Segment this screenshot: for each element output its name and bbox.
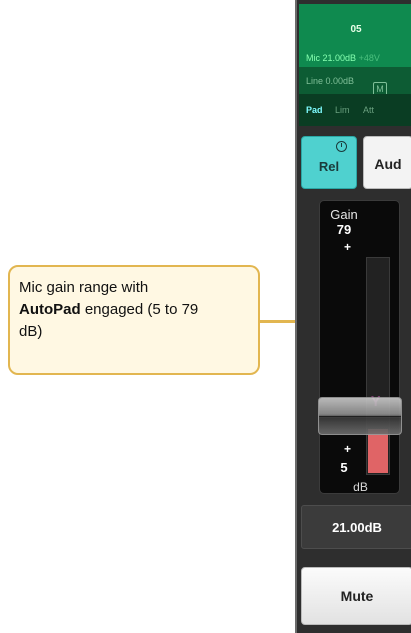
gain-min-label: 5	[340, 460, 348, 475]
gain-max-label: 79	[336, 222, 352, 237]
att-indicator[interactable]: Att	[363, 105, 374, 115]
plus-tick-top: +	[344, 240, 352, 254]
gain-meter-fill	[368, 429, 388, 473]
gain-fader: Gain 79 + Y + 5 dB	[318, 200, 402, 494]
aud-button[interactable]: Aud	[363, 136, 411, 189]
phantom-power-label: +48V	[358, 53, 380, 63]
mic-gain-value: 21.00dB	[322, 53, 357, 63]
lim-indicator[interactable]: Lim	[335, 105, 350, 115]
callout-text-rest: engaged (5 to 79	[80, 301, 199, 318]
mute-button[interactable]: Mute	[301, 567, 411, 625]
fader-thumb[interactable]	[318, 397, 402, 435]
mic-label: Mic	[306, 53, 320, 63]
line-gain-value: 0.00dB	[325, 76, 355, 86]
clock-icon	[336, 141, 347, 152]
mic-gain-readout: Mic 21.00dB +48V	[306, 53, 380, 63]
gain-label: Gain	[330, 207, 358, 222]
callout-text-line1: Mic gain range with	[19, 279, 149, 296]
rel-button[interactable]: Rel	[301, 136, 357, 189]
callout-bold-term: AutoPad	[19, 301, 81, 318]
gain-value-text: 21.00dB	[332, 520, 382, 535]
line-gain-row: Line 0.00dB M	[299, 67, 411, 96]
aud-button-label: Aud	[374, 156, 402, 172]
gain-unit-label: dB	[353, 480, 368, 494]
pad-indicator[interactable]: Pad	[306, 105, 323, 115]
annotation-callout: Mic gain range with AutoPad engaged (5 t…	[8, 265, 260, 375]
gain-value-display[interactable]: 21.00dB	[301, 505, 411, 549]
line-label: Line	[306, 76, 324, 86]
callout-leader-line	[259, 320, 297, 323]
callout-text-line3: dB)	[19, 323, 43, 340]
channel-header[interactable]: 05 Mic 21.00dB +48V Line 0.00dB M Pad Li…	[299, 4, 411, 126]
plus-tick-bottom: +	[344, 442, 352, 456]
pad-lim-att-row: Pad Lim Att	[299, 94, 411, 126]
gain-meter-track	[366, 257, 390, 475]
mute-button-label: Mute	[340, 588, 374, 604]
rel-button-label: Rel	[318, 159, 340, 174]
line-gain-readout: Line 0.00dB M	[306, 76, 387, 96]
channel-number: 05	[350, 24, 362, 35]
channel-strip: 05 Mic 21.00dB +48V Line 0.00dB M Pad Li…	[295, 0, 411, 633]
